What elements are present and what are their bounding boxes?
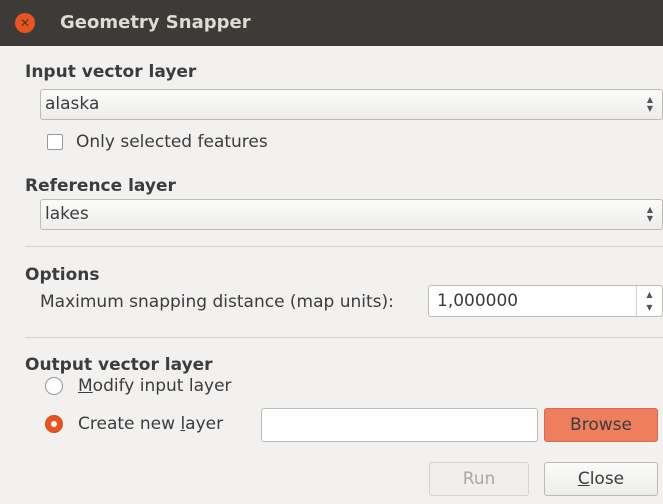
reference-layer-label: Reference layer [25,176,176,196]
spin-arrows-icon[interactable]: ▲ ▼ [636,286,662,316]
browse-button[interactable]: Browse [544,408,658,442]
divider [25,337,663,338]
combo-arrows-icon: ▲ ▼ [646,205,654,223]
modify-input-label: Modify input layer [78,376,232,396]
window-title: Geometry Snapper [60,12,251,33]
only-selected-label: Only selected features [76,132,268,152]
modify-input-radio[interactable] [45,377,63,395]
title-bar: ✕ Geometry Snapper [0,0,663,46]
input-layer-value: alaska [45,94,100,114]
input-layer-combobox[interactable]: alaska ▲ ▼ [40,89,663,120]
run-button[interactable]: Run [429,462,529,496]
snapping-distance-label: Maximum snapping distance (map units): [40,292,394,312]
reference-layer-value: lakes [45,204,89,224]
create-new-label: Create new layer [78,414,224,434]
modify-input-layer-option[interactable]: Modify input layer [45,376,232,396]
output-layer-label: Output vector layer [25,355,213,375]
options-label: Options [25,265,100,285]
create-new-layer-option[interactable]: Create new layer [45,414,223,434]
reference-layer-combobox[interactable]: lakes ▲ ▼ [40,199,663,230]
output-path-field[interactable] [261,408,538,442]
combo-arrows-icon: ▲ ▼ [646,95,654,113]
close-window-icon[interactable]: ✕ [15,13,35,33]
only-selected-checkbox[interactable] [47,134,63,150]
snapping-distance-value: 1,000000 [437,291,519,311]
close-button[interactable]: Close [544,462,658,496]
divider [25,246,663,247]
snapping-distance-spinbox[interactable]: 1,000000 ▲ ▼ [428,285,663,317]
create-new-radio[interactable] [45,415,63,433]
input-layer-label: Input vector layer [25,62,197,82]
only-selected-row[interactable]: Only selected features [47,132,268,152]
